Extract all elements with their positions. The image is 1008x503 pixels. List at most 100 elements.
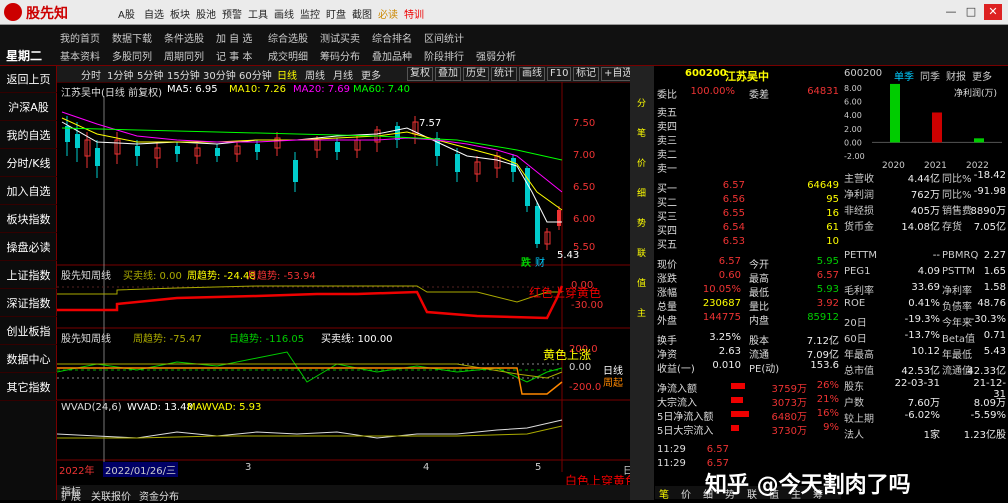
sidebar-sz-index[interactable]: 深证指数 <box>0 290 57 317</box>
finance-cell: 7.05亿 <box>973 222 1006 233</box>
tool-strength[interactable]: 强弱分析 <box>476 48 516 63</box>
sidebar-sh-index[interactable]: 上证指数 <box>0 262 57 289</box>
finance-row: ROE 0.41% 负债率 48.76 <box>842 298 1008 313</box>
profit-year-label: 2021 <box>924 161 947 170</box>
ind2-scale-n200: -200.0 <box>569 382 602 393</box>
tab-weekly[interactable]: 周线 <box>305 67 325 82</box>
tool-condition[interactable]: 条件选股 <box>164 30 204 45</box>
tool-test-trade[interactable]: 测试买卖 <box>320 30 360 45</box>
side-tab-lian[interactable]: 联 <box>634 246 649 260</box>
sidebar-must-read[interactable]: 操盘必读 <box>0 234 57 261</box>
adjust-button[interactable]: 复权 <box>407 67 433 81</box>
tab-extend[interactable]: 扩展 <box>61 488 81 503</box>
stats-button[interactable]: 统计 <box>491 67 517 81</box>
overlay-button[interactable]: 叠加 <box>435 67 461 81</box>
menu-training[interactable]: 特训 <box>404 6 424 21</box>
menu-must-read[interactable]: 必读 <box>378 6 398 21</box>
tab-more[interactable]: 更多 <box>361 67 381 82</box>
sidebar-kline[interactable]: 分时/K线 <box>0 150 57 177</box>
tool-rank[interactable]: 综合排名 <box>372 30 412 45</box>
tab-report[interactable]: 财报 <box>946 68 966 83</box>
tab-same-quarter[interactable]: 同季 <box>920 68 940 83</box>
tab-related-quote[interactable]: 关联报价 <box>91 488 131 503</box>
tool-home[interactable]: 我的首页 <box>60 30 100 45</box>
stats-row: 涨幅 10.05% 最低 5.93 <box>657 284 839 299</box>
f10-button[interactable]: F10 <box>547 67 572 81</box>
tool-notepad[interactable]: 记 事 本 <box>216 48 252 63</box>
menu-monitor[interactable]: 监控 <box>300 6 320 21</box>
tab-fund-distribution[interactable]: 资金分布 <box>139 488 179 503</box>
side-tab-fen[interactable]: 分 <box>634 96 649 110</box>
menu-tools[interactable]: 工具 <box>248 6 268 21</box>
ma5-line <box>61 121 562 223</box>
ind2-right-label2: 周起 <box>603 378 623 389</box>
price-tick-700: 7.00 <box>573 150 596 161</box>
sidebar-data-center[interactable]: 数据中心 <box>0 346 57 373</box>
tool-combined-select[interactable]: 综合选股 <box>268 30 308 45</box>
minimize-button[interactable]: — <box>942 4 960 20</box>
finance-cell: 20日 <box>844 318 867 329</box>
bid-row: 买五 6.53 10 <box>657 236 839 251</box>
tool-multi-period[interactable]: 周期同列 <box>164 48 204 63</box>
ind1-red <box>57 285 564 320</box>
tool-trade-detail[interactable]: 成交明细 <box>268 48 308 63</box>
tab-single-quarter[interactable]: 单季 <box>894 68 914 83</box>
menu-watchlist[interactable]: 自选 <box>144 6 164 21</box>
menu-alert[interactable]: 预警 <box>222 6 242 21</box>
side-tab-zhu[interactable]: 主 <box>634 306 649 320</box>
tab-daily[interactable]: 日线 <box>277 67 297 82</box>
menu-a-shares[interactable]: A股 <box>118 6 135 21</box>
tab-60min[interactable]: 60分钟 <box>239 67 272 82</box>
menu-screenshot[interactable]: 截图 <box>352 6 372 21</box>
tab-monthly[interactable]: 月线 <box>333 67 353 82</box>
sidebar-watchlist[interactable]: 我的自选 <box>0 122 57 149</box>
finance-cell: 股东 <box>844 382 864 393</box>
side-tab-xi[interactable]: 细 <box>634 186 649 200</box>
bid-row: 买二 6.56 95 <box>657 194 839 209</box>
side-tab-bi[interactable]: 笔 <box>634 126 649 140</box>
profit-chart-title: 净利润(万) <box>954 89 998 99</box>
tab-5min[interactable]: 5分钟 <box>137 67 163 82</box>
tool-range-stats[interactable]: 区间统计 <box>424 30 464 45</box>
close-button[interactable]: ✕ <box>984 4 1002 20</box>
sidebar-hs-a[interactable]: 沪深A股 <box>0 94 57 121</box>
tab-1min[interactable]: 1分钟 <box>107 67 133 82</box>
tab-timeshare[interactable]: 分时 <box>81 67 101 82</box>
sidebar-gem-index[interactable]: 创业板指 <box>0 318 57 345</box>
tool-add-watch[interactable]: 加 自 选 <box>216 30 252 45</box>
tab-30min[interactable]: 30分钟 <box>203 67 236 82</box>
maximize-button[interactable]: □ <box>962 4 980 20</box>
mark-button[interactable]: 标记 <box>573 67 599 81</box>
history-button[interactable]: 历史 <box>463 67 489 81</box>
stats2-row: 净资 2.63 流通 7.09亿 <box>657 346 839 361</box>
tool-stage-rank[interactable]: 阶段排行 <box>424 48 464 63</box>
menu-watch[interactable]: 盯盘 <box>326 6 346 21</box>
menu-sector[interactable]: 板块 <box>170 6 190 21</box>
side-tab-shi[interactable]: 势 <box>634 216 649 230</box>
chart-area[interactable]: 江苏吴中(日线 前复权) MA5: 6.95 MA10: 7.26 MA20: … <box>57 82 643 500</box>
ind1-series3: 月趋势: -53.94 <box>247 271 316 282</box>
tool-multi-stock[interactable]: 多股同列 <box>112 48 152 63</box>
menu-draw[interactable]: 画线 <box>274 6 294 21</box>
sidebar-back[interactable]: 返回上页 <box>0 66 57 93</box>
price-tick-600: 6.00 <box>573 214 596 225</box>
finance-code: 600200 <box>844 68 883 79</box>
side-tab-zhi[interactable]: 值 <box>634 276 649 290</box>
sidebar-add-watch[interactable]: 加入自选 <box>0 178 57 205</box>
sidebar-other-index[interactable]: 其它指数 <box>0 374 57 401</box>
draw-button[interactable]: 画线 <box>519 67 545 81</box>
finance-cell: -91.98 <box>973 186 1006 197</box>
flow-bar <box>731 411 749 417</box>
sidebar-sector-index[interactable]: 板块指数 <box>0 206 57 233</box>
tool-overlay[interactable]: 叠加品种 <box>372 48 412 63</box>
side-tab-jia[interactable]: 价 <box>634 156 649 170</box>
tool-basic-info[interactable]: 基本资料 <box>60 48 100 63</box>
tab-15min[interactable]: 15分钟 <box>167 67 200 82</box>
bid-row: 买一 6.57 64649 <box>657 180 839 195</box>
tool-download[interactable]: 数据下载 <box>112 30 152 45</box>
menu-stock-pool[interactable]: 股池 <box>196 6 216 21</box>
tab-finance-more[interactable]: 更多 <box>972 68 992 83</box>
finance-cell: 总市值 <box>844 366 874 377</box>
finance-cell: 5.43 <box>983 346 1006 357</box>
tool-chip[interactable]: 筹码分布 <box>320 48 360 63</box>
